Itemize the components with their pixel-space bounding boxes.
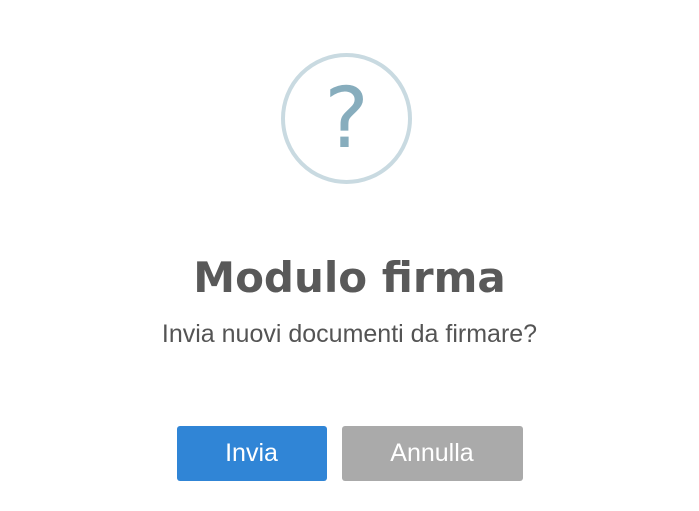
cancel-button[interactable]: Annulla xyxy=(341,426,523,481)
question-icon: ? xyxy=(281,53,412,184)
confirm-button[interactable]: Invia xyxy=(176,426,327,481)
confirm-dialog: ? Modulo firma Invia nuovi documenti da … xyxy=(0,0,699,511)
dialog-actions: Invia Annulla xyxy=(0,426,699,481)
question-mark-glyph: ? xyxy=(324,69,369,167)
dialog-title: Modulo firma xyxy=(193,253,506,302)
dialog-message: Invia nuovi documenti da firmare? xyxy=(161,320,538,348)
